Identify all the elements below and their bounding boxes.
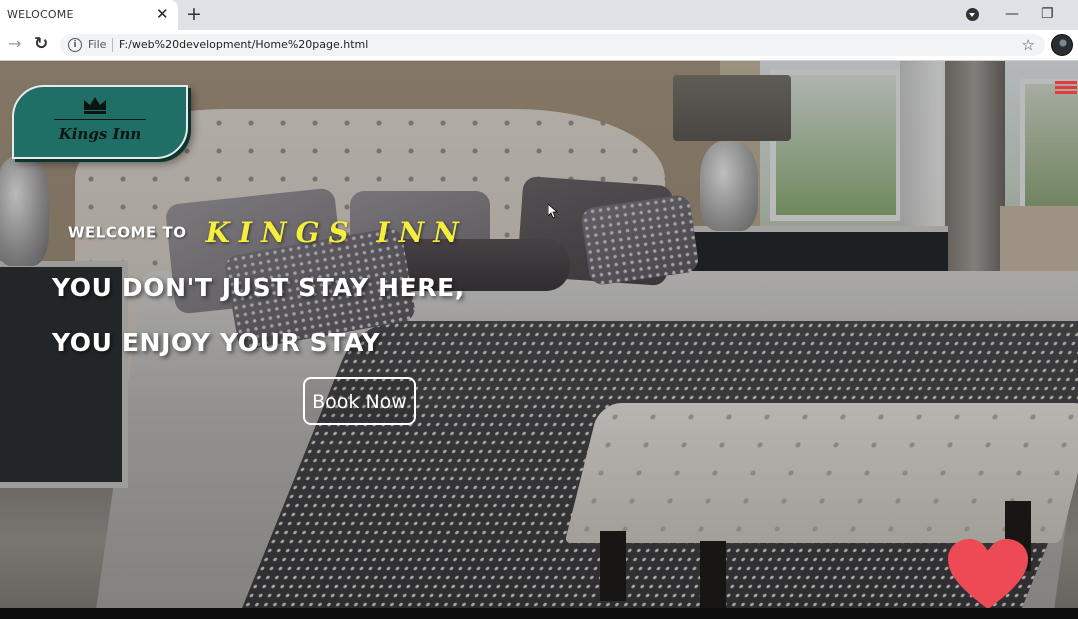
menu-icon-bar xyxy=(1055,86,1077,89)
new-tab-button[interactable]: + xyxy=(186,3,202,25)
logo-text: Kings Inn xyxy=(58,125,142,143)
hero-section: Kings Inn WELCOME TO KINGS INN YOU DON'T… xyxy=(0,61,1078,608)
welcome-to-text: WELCOME TO xyxy=(68,223,187,242)
logo-divider xyxy=(54,119,146,120)
omnibox[interactable]: i File F:/web%20development/Home%20page.… xyxy=(60,34,1045,56)
bottom-strip xyxy=(0,608,1078,619)
tagline-line-2: YOU ENJOY YOUR STAY xyxy=(52,328,381,357)
browser-tab-bar: WELOCOME ✕ + — ❐ xyxy=(0,0,1078,30)
reload-icon[interactable]: ↻ xyxy=(34,34,48,54)
restore-button[interactable]: ❐ xyxy=(1041,5,1054,23)
menu-icon-bar xyxy=(1055,91,1077,94)
tab-title: WELOCOME xyxy=(7,8,74,21)
tab-search-icon[interactable] xyxy=(966,8,979,21)
cursor-icon xyxy=(548,204,558,218)
heart-icon[interactable] xyxy=(948,539,1028,608)
forward-icon[interactable]: → xyxy=(8,35,21,53)
minimize-button[interactable]: — xyxy=(1005,5,1019,23)
browser-tab[interactable]: WELOCOME ✕ xyxy=(0,0,178,30)
address-bar: → ↻ i File F:/web%20development/Home%20p… xyxy=(0,30,1078,61)
menu-icon-bar xyxy=(1055,81,1077,84)
info-icon[interactable]: i xyxy=(68,38,82,52)
file-label: File xyxy=(88,38,107,51)
crown-icon xyxy=(84,97,106,114)
menu-icon[interactable] xyxy=(1055,81,1077,95)
star-icon[interactable]: ☆ xyxy=(1022,35,1035,55)
tab-close-icon[interactable]: ✕ xyxy=(156,5,169,23)
welcome-heading: WELCOME TO KINGS INN xyxy=(68,216,468,249)
omnibox-separator xyxy=(112,38,113,52)
site-logo[interactable]: Kings Inn xyxy=(12,85,188,159)
url-text[interactable]: F:/web%20development/Home%20page.html xyxy=(119,38,368,51)
avatar-icon[interactable] xyxy=(1051,34,1073,56)
book-now-button[interactable]: Book Now xyxy=(303,377,416,425)
tagline-line-1: YOU DON'T JUST STAY HERE, xyxy=(52,273,465,302)
brand-name: KINGS INN xyxy=(205,216,468,249)
